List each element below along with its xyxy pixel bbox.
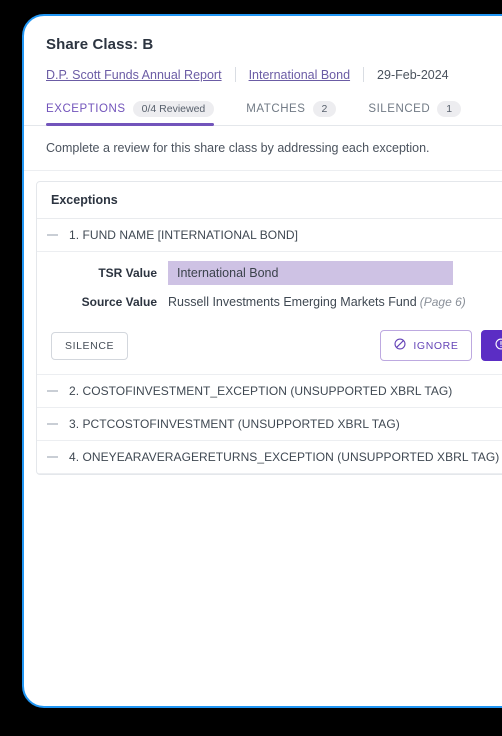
breadcrumb-separator [363, 67, 365, 82]
alert-circle-icon [495, 338, 502, 353]
expand-toggle-icon[interactable] [47, 390, 58, 392]
review-instruction-text: Complete a review for this share class b… [24, 126, 502, 171]
tab-bar: EXCEPTIONS 0/4 Reviewed MATCHES 2 SILENC… [24, 100, 502, 126]
exceptions-panel-title: Exceptions [51, 193, 118, 207]
page-title: Share Class: B [46, 36, 154, 53]
expand-toggle-icon[interactable] [47, 456, 58, 458]
expand-toggle-icon[interactable] [47, 423, 58, 425]
exception-title: 1. FUND NAME [INTERNATIONAL BOND] [69, 228, 299, 242]
ignore-button[interactable]: IGNORE [380, 330, 473, 361]
exception-title: 3. PCTCOSTOFINVESTMENT (UNSUPPORTED XBRL… [69, 417, 400, 431]
source-value-row: Source Value Russell Investments Emergin… [51, 290, 502, 314]
tab-exceptions-label: EXCEPTIONS [46, 103, 126, 115]
exceptions-panel-header: Exceptions R [37, 182, 502, 219]
breadcrumb-fund-link[interactable]: International Bond [249, 68, 350, 82]
exception-title: 2. COSTOFINVESTMENT_EXCEPTION (UNSUPPORT… [69, 384, 453, 398]
source-value-label: Source Value [81, 295, 157, 309]
source-value-field: Russell Investments Emerging Markets Fun… [168, 295, 417, 309]
exception-row[interactable]: 4. ONEYEARAVERAGERETURNS_EXCEPTION (UNSU… [37, 441, 502, 474]
tab-silenced[interactable]: SILENCED 1 [368, 101, 462, 126]
exception-title: 4. ONEYEARAVERAGERETURNS_EXCEPTION (UNSU… [69, 450, 500, 464]
exception-detail: TSR Value International Bond Source Valu… [37, 252, 502, 375]
tab-exceptions[interactable]: EXCEPTIONS 0/4 Reviewed [46, 101, 215, 126]
exceptions-panel: Exceptions R 1. FUND NAME [INTERNATIONAL… [36, 181, 502, 475]
tab-silenced-badge: 1 [437, 101, 462, 117]
tab-silenced-label: SILENCED [368, 103, 431, 115]
breadcrumb-report-link[interactable]: D.P. Scott Funds Annual Report [46, 68, 222, 82]
breadcrumb-separator [234, 67, 236, 82]
exception-action-bar: SILENCE IGNORE [51, 319, 502, 374]
collapse-toggle-icon[interactable] [47, 234, 58, 236]
breadcrumb: D.P. Scott Funds Annual Report Internati… [46, 67, 502, 82]
exception-row[interactable]: 1. FUND NAME [INTERNATIONAL BOND] Give [37, 219, 502, 252]
request-change-button[interactable]: REQ [481, 330, 502, 361]
exception-row[interactable]: 2. COSTOFINVESTMENT_EXCEPTION (UNSUPPORT… [37, 375, 502, 408]
silence-button[interactable]: SILENCE [51, 331, 129, 360]
tab-matches-label: MATCHES [246, 103, 306, 115]
tsr-value-label: TSR Value [98, 266, 157, 280]
tab-matches-badge: 2 [312, 101, 337, 117]
tab-matches[interactable]: MATCHES 2 [246, 101, 337, 126]
tsr-value-field[interactable]: International Bond [168, 261, 453, 285]
breadcrumb-date: 29-Feb-2024 [377, 67, 449, 82]
source-page-reference: (Page 6) [419, 295, 466, 309]
tsr-value-row: TSR Value International Bond [51, 261, 502, 285]
ignore-button-label: IGNORE [413, 339, 459, 352]
no-entry-icon [394, 338, 406, 353]
exception-row[interactable]: 3. PCTCOSTOFINVESTMENT (UNSUPPORTED XBRL… [37, 408, 502, 441]
tab-exceptions-badge: 0/4 Reviewed [132, 101, 215, 117]
app-window-card: Share Class: B D.P. Scott Funds Annual R… [22, 14, 502, 708]
page-header: Share Class: B D.P. Scott Funds Annual R… [24, 16, 502, 82]
